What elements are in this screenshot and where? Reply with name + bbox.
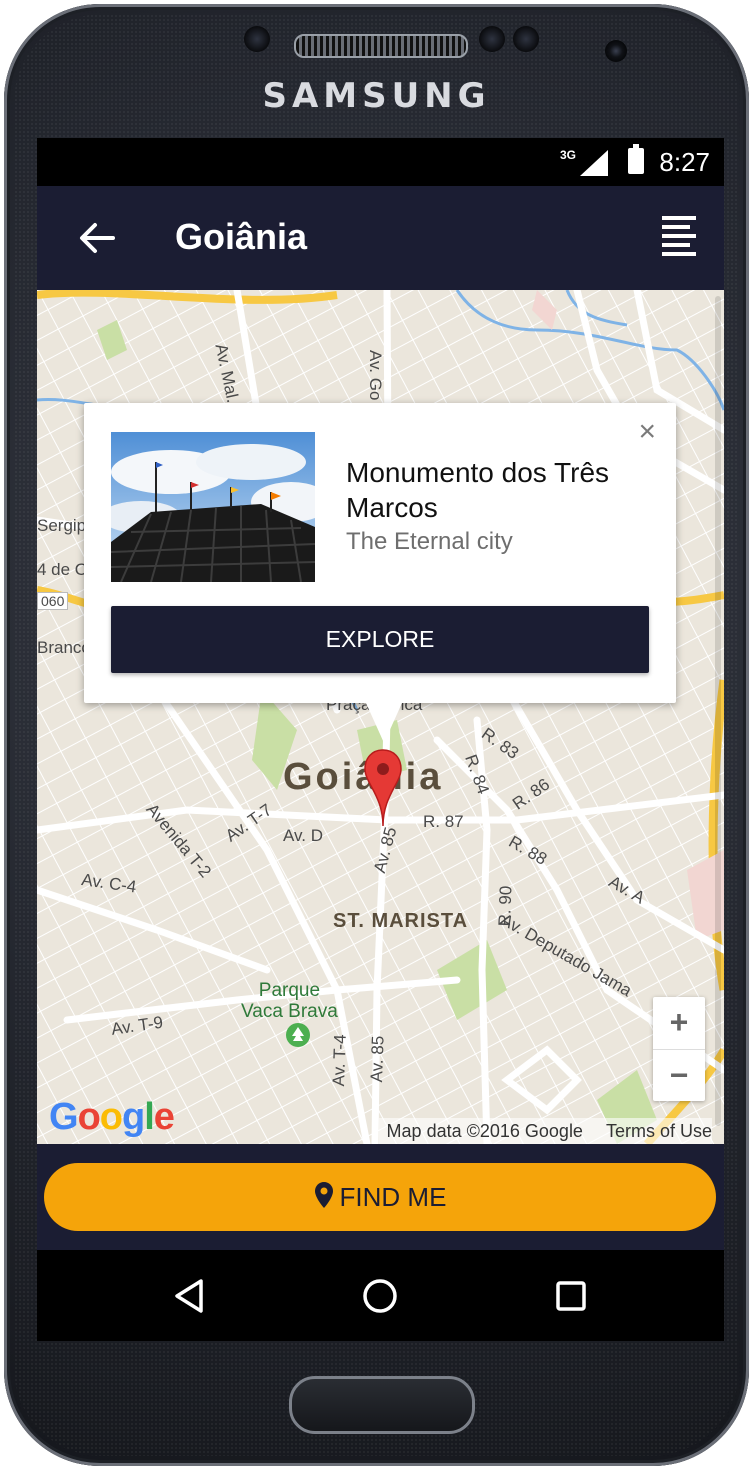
device-brand: SAMSUNG [262, 76, 491, 116]
find-me-label: FIND ME [339, 1182, 447, 1212]
street-label: Av. T-4 [329, 1034, 350, 1087]
earpiece-speaker [294, 34, 468, 58]
explore-button[interactable]: EXPLORE [111, 606, 649, 673]
scrollbar[interactable] [715, 296, 721, 1126]
place-title: Monumento dos Três Marcos [346, 457, 610, 523]
page-title: Goiânia [175, 216, 308, 257]
attribution-text: Map data ©2016 Google [386, 1121, 583, 1141]
status-bar: 3G 8:27 [37, 138, 724, 186]
proximity-sensor [244, 26, 270, 52]
light-sensor [479, 26, 505, 52]
park-label: Parque Vaca Brava [241, 980, 338, 1022]
street-label: Av. Go [366, 350, 385, 401]
street-label: Av. 85 [367, 1035, 388, 1083]
info-window: Monumento dos Três Marcos The Eternal ci… [84, 403, 676, 743]
tree-icon [286, 1023, 310, 1047]
street-label: 4 de O [37, 560, 89, 579]
status-time: 8:27 [659, 147, 710, 177]
close-icon[interactable]: × [638, 417, 656, 447]
zoom-out-button[interactable]: − [653, 1050, 705, 1102]
place-subtitle: The Eternal city [346, 528, 513, 555]
location-pin-icon [314, 1182, 333, 1208]
battery-icon [628, 144, 644, 174]
front-camera [605, 40, 627, 62]
bottom-panel: FIND ME [37, 1144, 724, 1250]
network-type: 3G [559, 148, 576, 162]
screen: 3G 8:27 Goiânia Av. Mal. R Av. Go Sergip… [37, 138, 724, 1341]
app-bar: Goiânia [37, 186, 724, 290]
light-sensor-2 [513, 26, 539, 52]
arrow-left-icon[interactable] [77, 218, 117, 258]
phone-frame: SAMSUNG 3G 8:27 Goiânia Av. Mal. R Av. G… [4, 4, 749, 1466]
terms-link[interactable]: Terms of Use [606, 1121, 712, 1141]
find-me-button[interactable]: FIND ME [44, 1163, 716, 1231]
highway-shield: 060 [37, 592, 69, 610]
system-nav-bar [37, 1250, 724, 1341]
street-label: Branco [37, 638, 91, 657]
street-label: R. 87 [423, 812, 464, 831]
recents-square-icon[interactable] [551, 1276, 591, 1316]
home-circle-icon[interactable] [360, 1276, 400, 1316]
street-label: Sergip [37, 516, 87, 535]
map-view[interactable]: Av. Mal. R Av. Go Sergip 4 de O 060 Bran… [37, 290, 724, 1144]
zoom-in-button[interactable]: + [653, 997, 705, 1050]
district-label: ST. MARISTA [333, 910, 469, 932]
google-logo: Google [49, 1096, 175, 1138]
signal-icon [580, 150, 608, 176]
map-marker-icon[interactable] [362, 748, 404, 828]
place-photo[interactable] [111, 432, 315, 582]
list-menu-icon[interactable] [662, 216, 702, 256]
zoom-controls: + − [653, 997, 705, 1101]
hardware-home-key[interactable] [289, 1376, 475, 1434]
street-label: Av. D [283, 826, 323, 845]
back-triangle-icon[interactable] [171, 1276, 211, 1316]
map-attribution: Map data ©2016 Google Terms of Use [378, 1118, 712, 1144]
